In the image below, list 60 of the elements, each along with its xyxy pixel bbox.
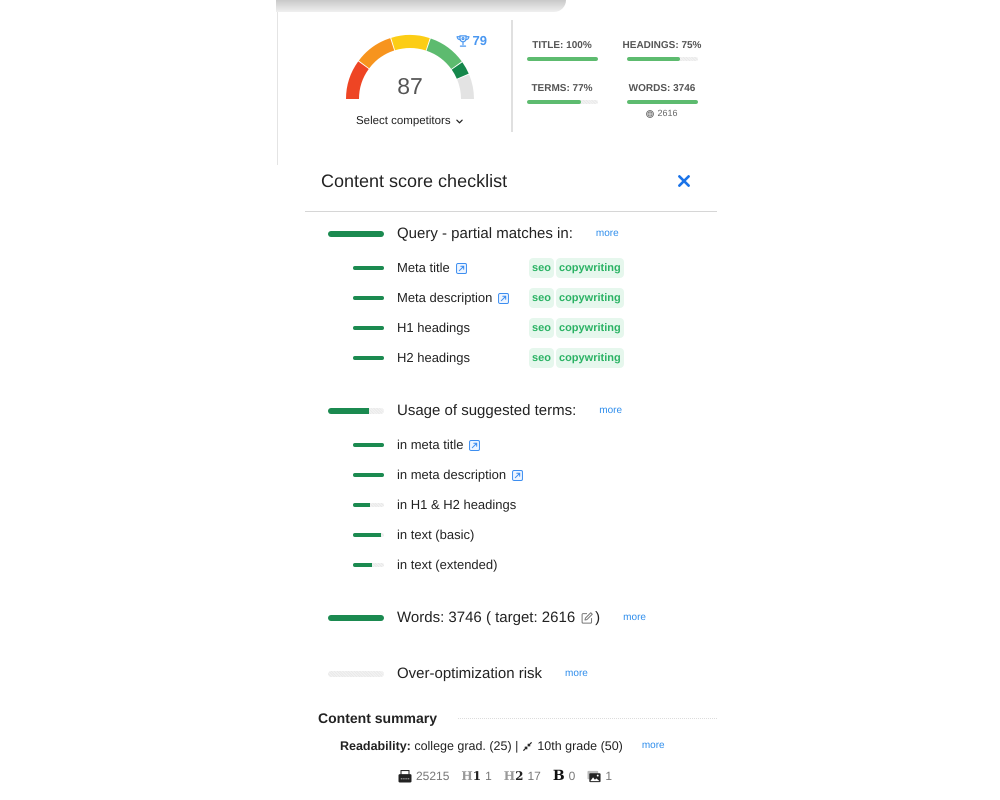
keyword-tag: seo <box>529 258 554 278</box>
summary-title: Content summary <box>318 709 438 728</box>
heading-symbol: H2 <box>504 769 524 783</box>
more-link[interactable]: more <box>565 668 588 680</box>
checklist-item-label: Usage of suggested terms: <box>397 401 576 421</box>
checklist-subitem-label: in meta title <box>397 437 464 453</box>
more-link[interactable]: more <box>623 612 646 624</box>
checklist-item-label: Query - partial matches in: <box>397 224 573 244</box>
checklist-title: Content score checklist <box>321 170 508 193</box>
target-icon <box>646 110 654 118</box>
stat-count: 1 <box>605 769 612 783</box>
checklist-subitem-label: in text (basic) <box>397 527 474 543</box>
image-stack-icon <box>587 770 602 782</box>
keyword-tag: copywriting <box>556 318 624 338</box>
checklist-subitem-label: in text (extended) <box>397 557 498 573</box>
keyword-tag: seo <box>529 318 554 338</box>
external-link-icon[interactable] <box>456 262 467 274</box>
keyword-tag: copywriting <box>556 258 624 278</box>
more-link[interactable]: more <box>599 405 622 417</box>
close-button[interactable] <box>678 175 690 187</box>
edit-icon[interactable] <box>581 612 594 624</box>
keyword-tag: seo <box>529 288 554 308</box>
printer-icon <box>398 770 412 782</box>
checklist-item-label: Over-optimization risk <box>397 664 542 684</box>
metric-label: HEADINGS: 75% <box>622 40 702 52</box>
trophy-icon <box>456 35 470 47</box>
checklist-subitem-label: H2 headings <box>397 350 470 366</box>
readability-text: Readability: college grad. (25) | <box>340 739 518 753</box>
checklist-subitem-label: in H1 & H2 headings <box>397 497 516 513</box>
metric-label: TERMS: 77% <box>531 83 593 95</box>
stat-count: 1 <box>485 769 492 783</box>
checklist-subitem-label: H1 headings <box>397 320 470 336</box>
target-value: 2616 <box>657 108 678 119</box>
metric-label: TITLE: 100% <box>532 40 592 52</box>
more-link[interactable]: more <box>596 228 619 240</box>
keyword-tag: seo <box>529 348 554 368</box>
external-link-icon[interactable] <box>498 292 510 304</box>
chevron-down-icon <box>456 118 463 124</box>
readability-target: 10th grade (50) <box>537 739 623 753</box>
stat-count: 0 <box>568 769 576 783</box>
more-link[interactable]: more <box>642 740 665 752</box>
bold-symbol: B <box>552 769 565 783</box>
stat-count: 25215 <box>416 769 450 783</box>
select-competitors-dropdown[interactable]: Select competitors <box>356 114 463 128</box>
external-link-icon[interactable] <box>469 440 480 450</box>
close-icon <box>678 175 690 187</box>
checklist-subitem-label: Meta description <box>397 290 492 306</box>
keyword-tag: copywriting <box>556 288 624 308</box>
score-value: 87 <box>397 72 423 100</box>
checklist-subitem-label: Meta title <box>397 260 450 276</box>
keyword-tag: copywriting <box>556 348 624 368</box>
competitor-score: 79 <box>472 34 487 48</box>
stat-count: 17 <box>527 769 541 783</box>
heading-symbol: H1 <box>461 769 482 783</box>
external-link-icon[interactable] <box>512 470 524 480</box>
checklist-subitem-label: in meta description <box>397 467 506 483</box>
metric-label: WORDS: 3746 <box>628 83 696 95</box>
closing-parenthesis: ) <box>595 608 600 628</box>
arrows-inward-icon <box>523 742 532 750</box>
checklist-item-label: Words: 3746 ( target: 2616 <box>397 608 576 628</box>
